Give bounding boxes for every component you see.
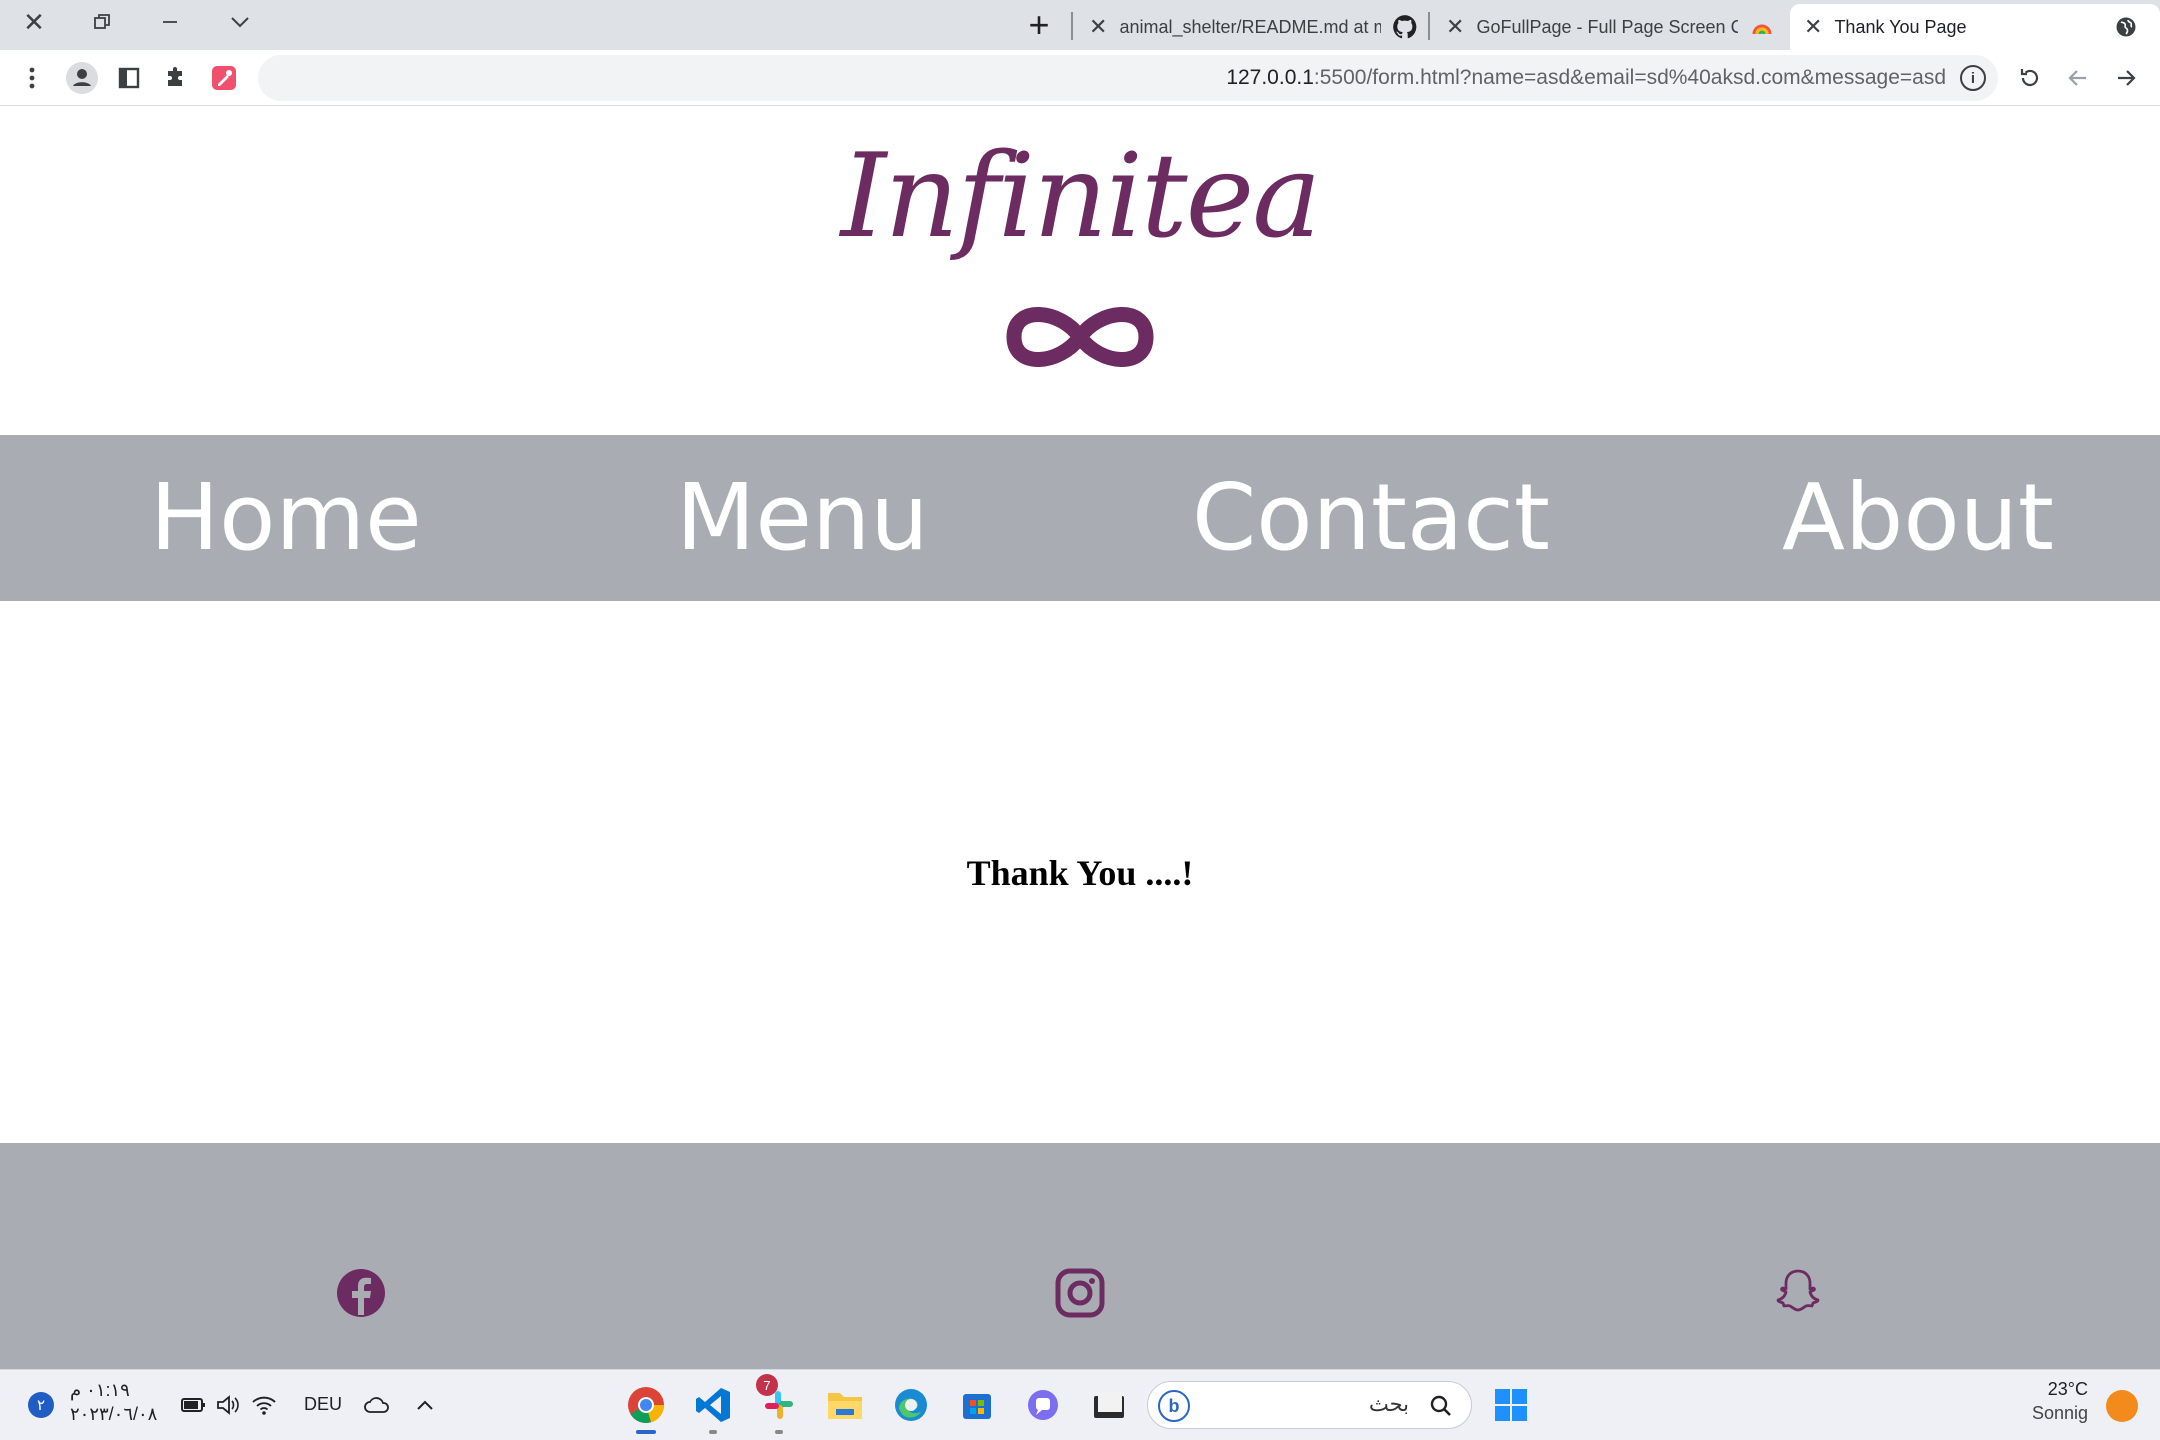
notification-badge[interactable]: ٢ xyxy=(28,1392,54,1418)
main-navigation: Home Menu Contact About xyxy=(0,435,2160,601)
site-footer xyxy=(0,1143,2160,1369)
side-panel-icon[interactable] xyxy=(109,58,149,98)
web-page: Infinitea Home Menu Contact About Thank … xyxy=(0,107,2160,1369)
running-app-indicator xyxy=(709,1430,717,1434)
search-placeholder: بحث xyxy=(1368,1393,1409,1416)
bing-icon[interactable]: b xyxy=(1158,1390,1190,1422)
facebook-icon[interactable] xyxy=(335,1267,387,1319)
close-tab-icon[interactable]: ✕ xyxy=(1089,14,1107,40)
new-tab-button[interactable]: + xyxy=(1015,0,1063,50)
clock-time[interactable]: ٠١:١٩ م xyxy=(70,1380,130,1401)
infinity-icon xyxy=(1006,307,1154,367)
back-arrow-icon[interactable] xyxy=(2058,58,2098,98)
tab-github-readme[interactable]: ✕ animal_shelter/README.md at m xyxy=(1075,4,1420,50)
clock-date[interactable]: ٢٠٢٣/٠٦/٠٨ xyxy=(70,1404,157,1425)
chrome-app-icon[interactable] xyxy=(623,1382,669,1434)
extensions-puzzle-icon[interactable] xyxy=(156,58,196,98)
globe-icon xyxy=(2112,13,2140,41)
screen: ✕ + ✕ animal_shelter/README.md at m ✕ Go… xyxy=(0,0,2160,1440)
nav-about-link[interactable]: About xyxy=(1782,435,2054,601)
github-icon xyxy=(1391,13,1419,41)
tab-separator xyxy=(1428,12,1430,40)
tray-overflow-chevron-icon[interactable] xyxy=(402,1382,448,1428)
running-app-indicator xyxy=(775,1430,783,1434)
menu-kebab-icon[interactable] xyxy=(12,58,52,98)
weather-description[interactable]: Sonnig xyxy=(2032,1403,2088,1424)
snapchat-icon[interactable] xyxy=(1772,1267,1824,1319)
input-language[interactable]: DEU xyxy=(304,1394,342,1415)
color-picker-extension-icon[interactable] xyxy=(204,58,244,98)
onedrive-cloud-icon[interactable] xyxy=(354,1382,400,1428)
nav-contact-link[interactable]: Contact xyxy=(1192,435,1550,601)
site-info-icon[interactable]: i xyxy=(1960,65,1986,91)
nav-home-link[interactable]: Home xyxy=(150,435,422,601)
gofullpage-icon xyxy=(1748,13,1776,41)
edge-app-icon[interactable] xyxy=(888,1382,934,1428)
slack-app-icon[interactable]: 7 xyxy=(756,1374,802,1434)
tab-gofullpage[interactable]: ✕ GoFullPage - Full Page Screen Ca xyxy=(1432,4,1777,50)
restore-window-icon[interactable] xyxy=(72,0,132,44)
file-explorer-icon[interactable] xyxy=(822,1382,868,1428)
close-tab-icon[interactable]: ✕ xyxy=(1446,14,1464,40)
tab-thank-you-page[interactable]: ✕ Thank You Page xyxy=(1790,4,2160,50)
address-bar[interactable]: 127.0.0.1:5500/form.html?name=asd&email=… xyxy=(258,55,1998,101)
active-app-indicator xyxy=(636,1430,656,1434)
tab-title: Thank You Page xyxy=(1834,16,1967,37)
profile-avatar-icon[interactable] xyxy=(62,58,102,98)
url-text[interactable]: 127.0.0.1:5500/form.html?name=asd&email=… xyxy=(1226,55,1946,101)
forward-arrow-icon[interactable] xyxy=(2106,58,2146,98)
reload-icon[interactable] xyxy=(2010,58,2050,98)
url-path: :5500/form.html?name=asd&email=sd%40aksd… xyxy=(1313,66,1946,89)
nav-menu-link[interactable]: Menu xyxy=(676,435,929,601)
vscode-app-icon[interactable] xyxy=(690,1382,736,1434)
tab-title: animal_shelter/README.md at m xyxy=(1119,16,1382,37)
close-tab-icon[interactable]: ✕ xyxy=(1804,14,1822,40)
thank-you-heading: Thank You ....! xyxy=(966,853,1194,893)
tab-strip: ✕ + ✕ animal_shelter/README.md at m ✕ Go… xyxy=(0,0,2160,50)
instagram-icon[interactable] xyxy=(1054,1267,1106,1319)
site-logo-text[interactable]: Infinitea xyxy=(0,107,2160,287)
windows-start-icon[interactable] xyxy=(1488,1382,1534,1428)
browser-toolbar: G 127.0.0.1:5500/form.html?name=asd&emai… xyxy=(0,50,2160,106)
url-host: 127.0.0.1 xyxy=(1226,66,1314,89)
sun-weather-icon[interactable] xyxy=(2106,1390,2138,1422)
search-icon xyxy=(1430,1395,1451,1416)
tab-title: GoFullPage - Full Page Screen Ca xyxy=(1476,16,1739,37)
microsoft-store-icon[interactable] xyxy=(954,1382,1000,1428)
terminal-app-icon[interactable] xyxy=(1086,1382,1132,1428)
weather-temperature[interactable]: 23°C xyxy=(2048,1379,2088,1400)
minimize-window-icon[interactable] xyxy=(140,0,200,44)
teams-chat-icon[interactable] xyxy=(1020,1382,1066,1428)
slack-badge: 7 xyxy=(756,1374,778,1396)
close-window-icon[interactable]: ✕ xyxy=(4,0,64,44)
tab-search-chevron-icon[interactable] xyxy=(210,0,270,44)
tab-separator xyxy=(1071,12,1073,40)
wifi-icon[interactable] xyxy=(241,1382,287,1428)
windows-taskbar: ٢ ٠١:١٩ م ٢٠٢٣/٠٦/٠٨ DEU 7 b بحث 23°C So… xyxy=(0,1369,2160,1440)
taskbar-search-box[interactable]: b بحث xyxy=(1147,1381,1472,1429)
